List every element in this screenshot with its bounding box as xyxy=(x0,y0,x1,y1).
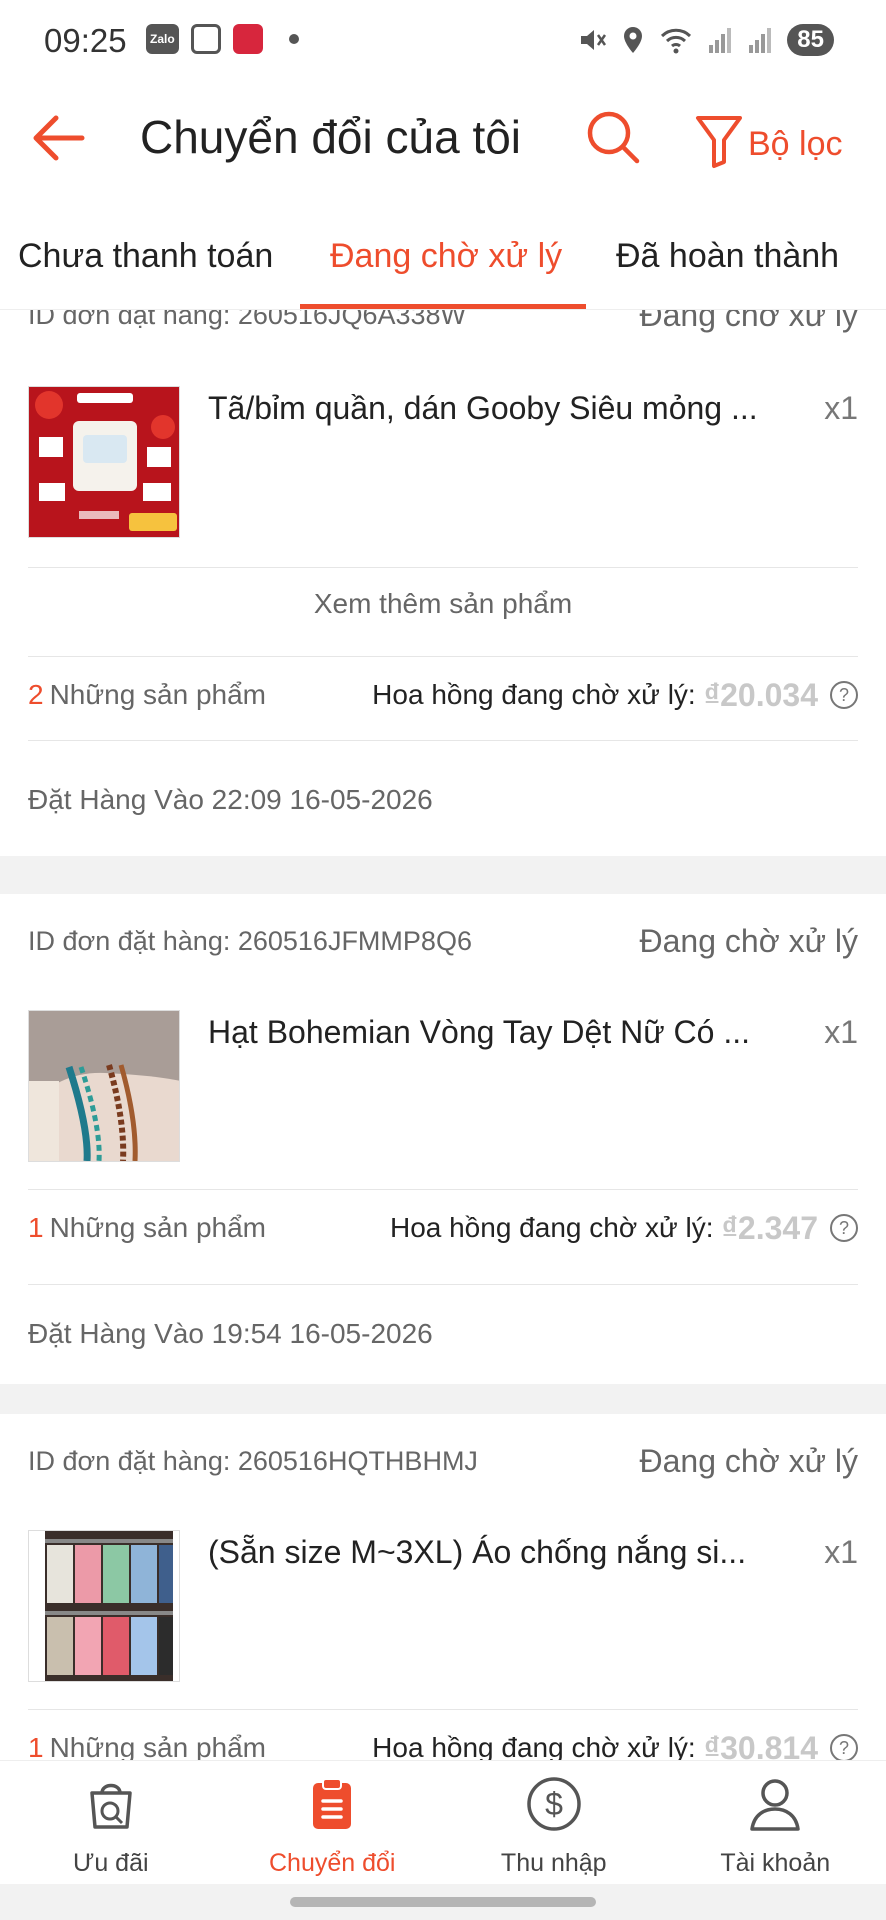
product-row[interactable]: Tã/bỉm quần, dán Gooby Siêu mỏng ... x1 xyxy=(28,386,858,538)
commission-label: Hoa hồng đang chờ xử lý: xyxy=(372,1732,696,1760)
svg-text:$: $ xyxy=(545,1786,563,1822)
battery-level: 85 xyxy=(787,24,834,56)
status-bar: 09:25 Zalo 85 xyxy=(0,0,886,82)
bottom-navigation: Ưu đãi Chuyển đổi $ Thu nhập Tài khoản xyxy=(0,1760,886,1884)
pending-commission: Hoa hồng đang chờ xử lý: ₫2.347 ? xyxy=(390,1210,858,1247)
order-date: Đặt Hàng Vào 19:54 16-05-2026 xyxy=(28,1318,433,1349)
product-quantity: x1 xyxy=(824,1534,858,1570)
location-icon xyxy=(624,27,643,53)
filter-label: Bộ lọc xyxy=(748,125,843,163)
nav-item-income[interactable]: $ Thu nhập xyxy=(443,1761,665,1884)
product-thumbnail xyxy=(28,1530,180,1682)
back-arrow-icon xyxy=(33,115,85,161)
user-icon xyxy=(750,1779,800,1831)
order-date: Đặt Hàng Vào 22:09 16-05-2026 xyxy=(28,784,433,815)
order-card[interactable]: ID đơn đặt hàng: 260516HQTHBHMJ Đang chờ… xyxy=(0,1414,886,1760)
order-id: ID đơn đặt hàng: 260516JQ6A338W xyxy=(28,310,466,330)
product-row[interactable]: (Sẵn size M~3XL) Áo chống nắng si... x1 xyxy=(28,1530,858,1682)
order-card[interactable]: ID đơn đặt hàng: 260516JQ6A338W Đang chờ… xyxy=(0,310,886,856)
pending-commission: Hoa hồng đang chờ xử lý: ₫30.814 ? xyxy=(372,1729,858,1761)
divider xyxy=(28,567,858,568)
tab-unpaid[interactable]: Chưa thanh toán xyxy=(18,237,273,276)
zalo-icon: Zalo xyxy=(146,24,179,54)
product-count-number: 1 xyxy=(28,1212,44,1243)
nav-label: Ưu đãi xyxy=(72,1849,149,1877)
signal-icon xyxy=(749,28,772,53)
page-title: Chuyển đổi của tôi xyxy=(140,111,522,163)
help-icon[interactable]: ? xyxy=(830,681,858,709)
search-button[interactable] xyxy=(584,108,642,166)
order-status: Đang chờ xử lý xyxy=(639,310,858,333)
product-quantity: x1 xyxy=(824,390,858,426)
product-count: 2 Những sản phẩm xyxy=(28,679,266,711)
product-count-label: Những sản phẩm xyxy=(49,1732,267,1760)
help-icon[interactable]: ? xyxy=(830,1214,858,1242)
order-id: ID đơn đặt hàng: 260516JFMMP8Q6 xyxy=(28,925,472,956)
product-quantity: x1 xyxy=(824,1014,858,1050)
divider xyxy=(28,656,858,657)
product-thumbnail xyxy=(28,1010,180,1162)
mute-icon xyxy=(581,30,607,50)
commission-label: Hoa hồng đang chờ xử lý: xyxy=(372,679,696,710)
nav-item-conversions[interactable]: Chuyển đổi xyxy=(222,1761,444,1884)
funnel-icon xyxy=(696,116,742,168)
search-icon xyxy=(587,111,640,164)
nav-item-offers[interactable]: Ưu đãi xyxy=(0,1761,222,1884)
divider xyxy=(28,1189,858,1190)
order-card[interactable]: ID đơn đặt hàng: 260516JFMMP8Q6 Đang chờ… xyxy=(0,894,886,1384)
commission-label: Hoa hồng đang chờ xử lý: xyxy=(389,1212,714,1243)
divider xyxy=(28,1709,858,1710)
product-name: Hạt Bohemian Vòng Tay Dệt Nữ Có ... xyxy=(208,1014,750,1050)
signal-icon xyxy=(709,28,732,53)
see-more-products-link[interactable]: Xem thêm sản phẩm xyxy=(0,588,886,620)
product-thumbnail xyxy=(28,386,180,538)
product-count: 1 Những sản phẩm xyxy=(28,1212,266,1244)
gift-bag-icon xyxy=(90,1783,132,1829)
order-status: Đang chờ xử lý xyxy=(639,1442,858,1479)
nav-item-account[interactable]: Tài khoản xyxy=(665,1761,886,1884)
commission-amount: ₫20.034 xyxy=(703,676,818,713)
tab-completed[interactable]: Đã hoàn thành xyxy=(616,237,839,276)
commission-amount: ₫30.814 xyxy=(703,1729,818,1761)
wifi-icon xyxy=(661,28,692,54)
more-notifications-icon xyxy=(288,34,299,44)
clipboard-icon xyxy=(313,1778,352,1829)
status-tabs: Chưa thanh toán Đang chờ xử lý Đã hoàn t… xyxy=(0,192,886,310)
nav-label: Chuyển đổi xyxy=(269,1849,396,1877)
product-name: Tã/bỉm quần, dán Gooby Siêu mỏng ... xyxy=(208,390,758,426)
product-name: (Sẵn size M~3XL) Áo chống nắng si... xyxy=(208,1534,747,1570)
app-header: Chuyển đổi của tôi Bộ lọc xyxy=(0,82,886,192)
back-button[interactable] xyxy=(28,110,88,166)
screenshot-icon xyxy=(190,24,221,54)
product-count-label: Những sản phẩm xyxy=(49,1212,267,1243)
product-count-number: 2 xyxy=(28,679,44,710)
divider xyxy=(28,740,858,741)
divider xyxy=(28,1284,858,1285)
system-icons: 85 xyxy=(577,24,834,56)
active-tab-indicator xyxy=(300,304,586,309)
product-count-label: Những sản phẩm xyxy=(49,679,267,710)
order-status: Đang chờ xử lý xyxy=(639,922,858,959)
nav-label: Tài khoản xyxy=(720,1849,831,1877)
nav-label: Thu nhập xyxy=(500,1849,607,1877)
status-time: 09:25 xyxy=(44,22,127,59)
gesture-bar[interactable] xyxy=(290,1897,596,1907)
commission-amount: ₫2.347 xyxy=(721,1209,819,1246)
product-row[interactable]: Hạt Bohemian Vòng Tay Dệt Nữ Có ... x1 xyxy=(28,1010,858,1162)
shopee-icon xyxy=(232,24,263,54)
help-icon[interactable]: ? xyxy=(830,1734,858,1760)
notification-icons: Zalo xyxy=(146,24,299,54)
dollar-icon: $ xyxy=(527,1777,581,1831)
pending-commission: Hoa hồng đang chờ xử lý: ₫20.034 ? xyxy=(372,677,858,714)
order-id: ID đơn đặt hàng: 260516HQTHBHMJ xyxy=(28,1445,478,1476)
filter-button[interactable]: Bộ lọc xyxy=(694,110,843,170)
product-count: 1 Những sản phẩm xyxy=(28,1732,266,1760)
order-list[interactable]: ID đơn đặt hàng: 260516JQ6A338W Đang chờ… xyxy=(0,310,886,1760)
product-count-number: 1 xyxy=(28,1732,44,1760)
tab-pending[interactable]: Đang chờ xử lý xyxy=(330,237,562,276)
